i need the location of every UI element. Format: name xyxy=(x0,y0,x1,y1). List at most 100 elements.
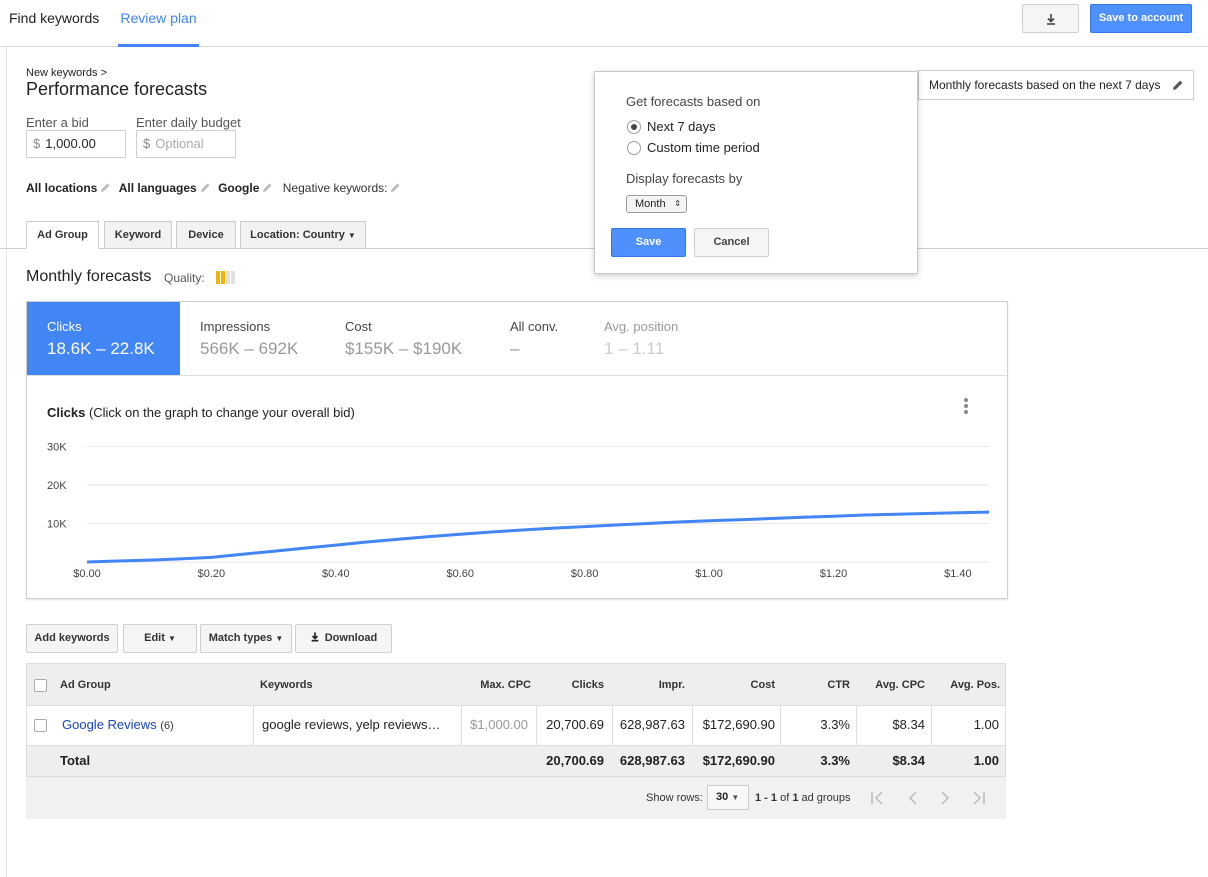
popup-cancel-button[interactable]: Cancel xyxy=(694,228,769,257)
keyword-count: (6) xyxy=(160,720,174,732)
x-tick-label: $0.00 xyxy=(73,568,101,580)
header-avg-cpc[interactable]: Avg. CPC xyxy=(856,664,925,705)
popup-save-button[interactable]: Save xyxy=(611,228,686,257)
tab-keyword[interactable]: Keyword xyxy=(104,221,172,249)
dropdown-arrow-icon: ▼ xyxy=(167,634,176,643)
x-tick-label: $1.40 xyxy=(944,568,972,580)
forecast-mode-label: Monthly forecasts based on the next 7 da… xyxy=(929,78,1161,92)
tab-find-keywords[interactable]: Find keywords xyxy=(9,0,99,46)
max-cpc-cell[interactable]: $1,000.00 xyxy=(461,706,528,745)
pencil-icon xyxy=(391,183,400,192)
header-impr[interactable]: Impr. xyxy=(610,664,685,705)
breadcrumb[interactable]: New keywords > xyxy=(26,67,107,79)
left-divider xyxy=(6,47,7,877)
clicks-series-line xyxy=(86,510,990,564)
select-all-checkbox[interactable] xyxy=(34,679,47,692)
download-button[interactable] xyxy=(1022,4,1079,33)
budget-label: Enter daily budget xyxy=(136,115,241,130)
last-page-icon[interactable] xyxy=(971,790,987,806)
header-ad-group[interactable]: Ad Group xyxy=(60,664,111,705)
header-keywords[interactable]: Keywords xyxy=(260,664,313,705)
total-ctr: 3.3% xyxy=(820,753,850,768)
radio-custom-time-period-label[interactable]: Custom time period xyxy=(647,140,760,155)
clicks-chart[interactable]: 40K30K20K10K$0.00$0.20$0.40$0.60$0.80$1.… xyxy=(27,422,1007,582)
display-by-select[interactable]: Month ⇕ xyxy=(626,195,687,213)
save-to-account-button[interactable]: Save to account xyxy=(1090,4,1192,33)
pencil-icon xyxy=(200,183,210,192)
quality-label: Quality: xyxy=(164,271,205,285)
negative-keywords-link[interactable]: Negative keywords: xyxy=(283,181,402,195)
radio-custom-time-period[interactable] xyxy=(627,141,641,155)
prev-page-icon[interactable] xyxy=(905,790,921,806)
match-types-button[interactable]: Match types ▼ xyxy=(200,624,292,653)
y-tick-label: 30K xyxy=(47,442,67,454)
bid-input[interactable]: $1,000.00 xyxy=(26,130,126,158)
total-avg-cpc: $8.34 xyxy=(892,753,925,768)
network-link[interactable]: Google xyxy=(218,181,273,195)
budget-input[interactable]: $ Optional xyxy=(136,130,236,158)
chart-subtitle: (Click on the graph to change your overa… xyxy=(88,405,355,420)
more-options-icon[interactable] xyxy=(959,396,973,418)
metric-clicks[interactable]: Clicks 18.6K – 22.8K xyxy=(27,302,180,375)
header-clicks[interactable]: Clicks xyxy=(537,664,604,705)
metric-cost[interactable]: Cost $155K – $190K xyxy=(325,302,490,375)
pencil-icon xyxy=(1173,80,1183,90)
keywords-cell[interactable]: google reviews, yelp reviews… xyxy=(262,706,440,745)
metric-impressions[interactable]: Impressions 566K – 692K xyxy=(180,302,325,375)
download-icon xyxy=(311,632,319,642)
total-clicks: 20,700.69 xyxy=(546,753,604,768)
forecast-mode-button[interactable]: Monthly forecasts based on the next 7 da… xyxy=(918,70,1194,100)
cost-cell: $172,690.90 xyxy=(702,717,775,732)
pencil-icon xyxy=(101,183,110,192)
forecast-card: Clicks 18.6K – 22.8K Impressions 566K – 69… xyxy=(26,301,1008,599)
popup-heading: Get forecasts based on xyxy=(626,94,761,109)
y-tick-label: 20K xyxy=(47,480,67,492)
next-page-icon[interactable] xyxy=(937,790,953,806)
bid-value: 1,000.00 xyxy=(45,136,96,151)
currency-symbol: $ xyxy=(143,136,151,151)
avg-pos-cell: 1.00 xyxy=(973,717,999,732)
currency-symbol: $ xyxy=(33,136,41,151)
pencil-icon xyxy=(263,183,272,192)
chart-title: Clicks xyxy=(47,405,86,420)
tab-review-plan[interactable]: Review plan xyxy=(118,0,199,47)
ad-group-cell: Google Reviews (6) xyxy=(62,706,174,745)
radio-next-7-days-label[interactable]: Next 7 days xyxy=(647,119,716,134)
edit-button[interactable]: Edit ▼ xyxy=(123,624,197,653)
header-avg-pos[interactable]: Avg. Pos. xyxy=(931,664,1000,705)
budget-placeholder: Optional xyxy=(155,136,204,151)
first-page-icon[interactable] xyxy=(869,790,885,806)
x-tick-label: $0.20 xyxy=(198,568,226,580)
targeting-bar: All locations All languages Google Negat… xyxy=(26,181,401,195)
languages-link[interactable]: All languages xyxy=(119,181,211,195)
ctr-cell: 3.3% xyxy=(820,717,850,732)
download-icon xyxy=(1046,14,1055,25)
x-tick-label: $0.40 xyxy=(322,568,350,580)
x-tick-label: $1.20 xyxy=(820,568,848,580)
total-avg-pos: 1.00 xyxy=(973,753,999,768)
page-range: 1 - 1 of 1 ad groups xyxy=(755,792,851,804)
header-cost[interactable]: Cost xyxy=(692,664,775,705)
tab-ad-group[interactable]: Ad Group xyxy=(26,221,99,249)
metric-avg-position[interactable]: Avg. position 1 – 1.11 xyxy=(584,302,714,375)
total-cost: $172,690.90 xyxy=(702,753,775,768)
metric-all-conv[interactable]: All conv. – xyxy=(490,302,585,375)
bid-label: Enter a bid xyxy=(26,115,89,130)
header-max-cpc[interactable]: Max. CPC xyxy=(461,664,531,705)
avg-cpc-cell: $8.34 xyxy=(892,717,925,732)
add-keywords-button[interactable]: Add keywords xyxy=(26,624,118,653)
metric-divider xyxy=(27,375,1007,376)
tab-device[interactable]: Device xyxy=(176,221,236,249)
locations-link[interactable]: All locations xyxy=(26,181,111,195)
download-button[interactable]: Download xyxy=(295,624,392,653)
ad-group-link[interactable]: Google Reviews xyxy=(62,717,157,732)
total-impr: 628,987.63 xyxy=(619,753,685,768)
header-ctr[interactable]: CTR xyxy=(781,664,850,705)
dropdown-arrow-icon: ▼ xyxy=(731,793,740,802)
impr-cell: 628,987.63 xyxy=(619,717,685,732)
row-checkbox[interactable] xyxy=(34,719,47,732)
radio-next-7-days[interactable] xyxy=(627,120,641,134)
table-header: Ad Group Keywords Max. CPC Clicks Impr. … xyxy=(26,663,1006,706)
tab-location-country[interactable]: Location: Country ▼ xyxy=(240,221,366,249)
rows-per-page-select[interactable]: 30 ▼ xyxy=(707,785,749,810)
